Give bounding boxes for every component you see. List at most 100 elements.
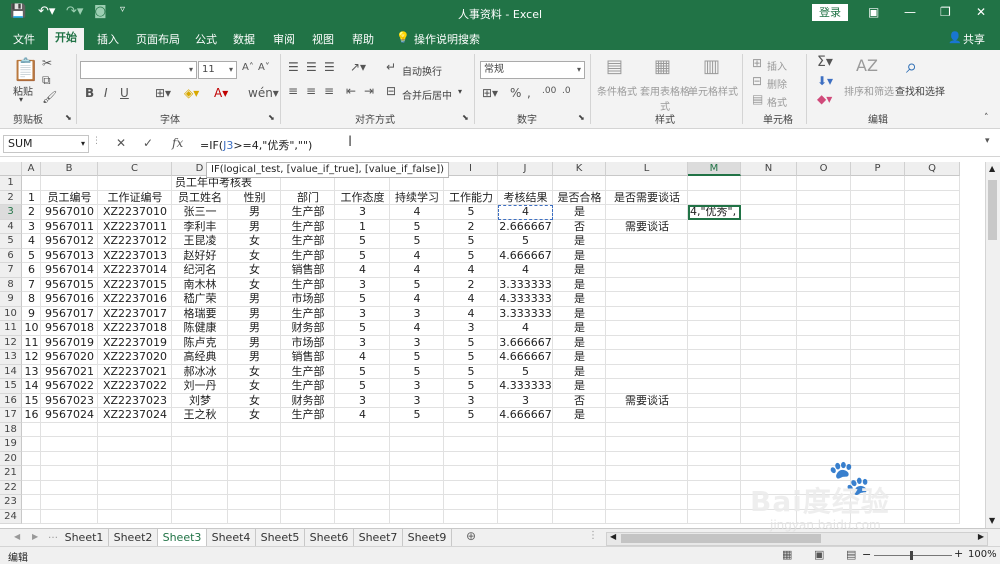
data-cell[interactable]: 否 — [553, 220, 606, 235]
data-cell[interactable]: 5 — [335, 234, 390, 249]
align-left-icon[interactable]: ≡ — [288, 84, 298, 98]
format-as-table-icon[interactable]: ▦ — [654, 56, 671, 77]
cell[interactable] — [390, 176, 444, 191]
cell[interactable] — [444, 176, 498, 191]
cell[interactable] — [797, 364, 851, 379]
cell[interactable] — [688, 292, 741, 307]
cell[interactable] — [688, 176, 741, 191]
data-cell[interactable]: 女 — [228, 263, 281, 278]
cell[interactable] — [281, 466, 335, 481]
cell[interactable] — [797, 176, 851, 191]
data-cell[interactable]: 9567012 — [41, 234, 98, 249]
data-cell[interactable]: 男 — [228, 205, 281, 220]
ribbon-display-icon[interactable]: ▣ — [868, 5, 879, 19]
data-cell[interactable]: 5 — [335, 365, 390, 380]
data-cell[interactable]: 4 — [335, 350, 390, 365]
cell[interactable] — [797, 234, 851, 249]
cell[interactable] — [498, 480, 553, 495]
data-cell[interactable]: 郝冰冰 — [172, 365, 228, 380]
sheet-tab-sheet5[interactable]: Sheet5 — [256, 529, 305, 546]
align-center-icon[interactable]: ≡ — [306, 84, 316, 98]
cell[interactable] — [741, 350, 797, 365]
cell[interactable] — [498, 176, 553, 191]
data-cell[interactable]: 4.666667 — [498, 408, 553, 423]
decrease-indent-icon[interactable]: ⇤ — [346, 84, 356, 98]
data-cell[interactable]: 女 — [228, 249, 281, 264]
cell[interactable] — [797, 190, 851, 205]
maximize-icon[interactable]: ❐ — [940, 5, 951, 19]
data-cell[interactable]: 5 — [444, 379, 498, 394]
scroll-up-icon[interactable]: ▲ — [989, 164, 995, 173]
wrap-text-icon[interactable]: ↵ — [386, 60, 396, 74]
cell[interactable] — [390, 509, 444, 524]
cell[interactable] — [172, 451, 228, 466]
cell[interactable] — [22, 437, 41, 452]
cell[interactable] — [797, 335, 851, 350]
header-cell[interactable]: 是否需要谈话 — [606, 191, 688, 206]
scroll-thumb[interactable] — [988, 180, 997, 240]
cell[interactable] — [98, 466, 172, 481]
zoom-in-icon[interactable]: + — [954, 547, 963, 560]
row-header-8[interactable]: 8 — [0, 277, 22, 292]
row-header-1[interactable]: 1 — [0, 176, 22, 191]
data-cell[interactable]: 9567017 — [41, 307, 98, 322]
data-cell[interactable]: XZ2237012 — [98, 234, 172, 249]
cell[interactable] — [797, 292, 851, 307]
cell[interactable] — [498, 509, 553, 524]
cell[interactable] — [41, 466, 98, 481]
cell[interactable] — [281, 422, 335, 437]
cell[interactable] — [741, 219, 797, 234]
cell[interactable] — [606, 509, 688, 524]
data-cell[interactable]: 5 — [498, 234, 553, 249]
data-cell[interactable]: XZ2237024 — [98, 408, 172, 423]
cell[interactable] — [444, 466, 498, 481]
cell[interactable] — [905, 422, 960, 437]
data-cell[interactable]: 5 — [444, 336, 498, 351]
sheet-tab-sheet7[interactable]: Sheet7 — [354, 529, 403, 546]
cell[interactable] — [98, 422, 172, 437]
cell[interactable] — [905, 321, 960, 336]
cell[interactable] — [797, 393, 851, 408]
data-cell[interactable]: 4 — [498, 263, 553, 278]
column-header-m[interactable]: M — [688, 162, 741, 176]
data-cell[interactable]: 纪河名 — [172, 263, 228, 278]
data-cell[interactable]: 生产部 — [281, 249, 335, 264]
sort-filter-button[interactable]: 排序和筛选 — [844, 83, 894, 98]
row-header-4[interactable]: 4 — [0, 219, 22, 234]
data-cell[interactable]: 刘一丹 — [172, 379, 228, 394]
data-cell[interactable]: 4 — [390, 263, 444, 278]
cell[interactable] — [905, 364, 960, 379]
enter-icon[interactable]: ✓ — [143, 136, 153, 150]
data-cell[interactable]: 5 — [390, 278, 444, 293]
orientation-icon[interactable]: ↗▾ — [350, 60, 366, 74]
data-cell[interactable]: 女 — [228, 394, 281, 409]
cell[interactable] — [851, 364, 905, 379]
cell[interactable] — [606, 335, 688, 350]
cell[interactable] — [606, 263, 688, 278]
decrease-font-icon[interactable]: A˅ — [258, 62, 270, 73]
cell[interactable] — [172, 422, 228, 437]
cell[interactable] — [741, 263, 797, 278]
cell[interactable] — [688, 350, 741, 365]
row-header-21[interactable]: 21 — [0, 466, 22, 481]
cell[interactable] — [688, 364, 741, 379]
tab-insert[interactable]: 插入 — [97, 31, 119, 47]
tab-formulas[interactable]: 公式 — [195, 31, 217, 47]
cell[interactable] — [741, 422, 797, 437]
row-header-10[interactable]: 10 — [0, 306, 22, 321]
data-cell[interactable]: 3 — [390, 336, 444, 351]
data-cell[interactable]: 5 — [498, 365, 553, 380]
cell[interactable] — [688, 321, 741, 336]
data-cell[interactable]: 5 — [335, 249, 390, 264]
data-cell[interactable]: 3 — [335, 307, 390, 322]
data-cell[interactable]: 9567024 — [41, 408, 98, 423]
index-cell[interactable]: 8 — [22, 292, 41, 307]
index-cell[interactable]: 12 — [22, 350, 41, 365]
underline-button[interactable]: U — [120, 86, 129, 100]
data-cell[interactable]: 生产部 — [281, 408, 335, 423]
data-cell[interactable]: 男 — [228, 350, 281, 365]
cell[interactable] — [444, 437, 498, 452]
merge-center-button[interactable]: 合并后居中 — [402, 87, 452, 102]
data-cell[interactable]: 5 — [390, 408, 444, 423]
minimize-icon[interactable]: — — [904, 5, 916, 19]
